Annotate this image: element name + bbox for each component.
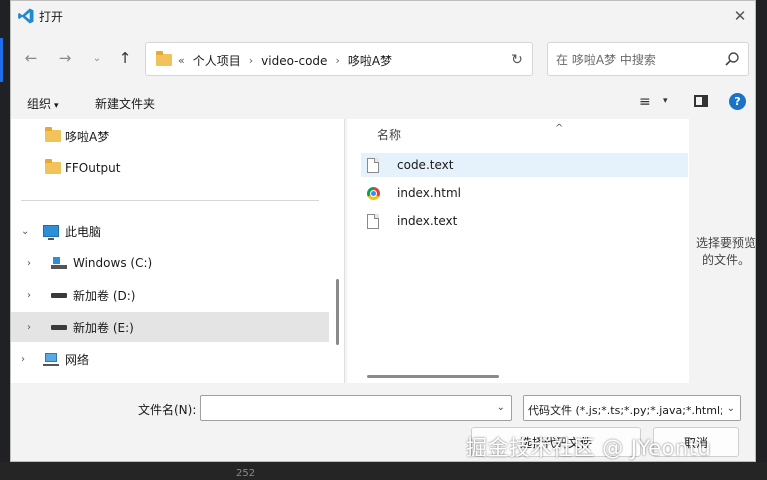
background-line-number: 252	[236, 468, 256, 479]
chevron-right-icon[interactable]: ›	[27, 290, 31, 301]
search-input[interactable]	[556, 51, 716, 69]
nav-divider	[21, 200, 319, 201]
recent-locations-button[interactable]: ⌄	[87, 48, 107, 68]
help-button[interactable]: ?	[729, 93, 746, 110]
arrow-right-icon: →	[58, 49, 72, 67]
up-button[interactable]: ↑	[115, 48, 135, 68]
dialog-title: 打开	[39, 10, 64, 24]
sidebar-item-drive-d[interactable]: › 新加卷 (D:)	[11, 280, 329, 310]
command-toolbar: 组织 ▾ 新建文件夹 ≡ ▾ ?	[11, 87, 755, 119]
drive-icon	[51, 292, 67, 298]
close-button[interactable]: ✕	[729, 5, 751, 27]
sidebar-item-label: 新加卷 (E:)	[73, 320, 134, 335]
folder-icon	[45, 159, 61, 174]
file-list-pane: 名称 ^ code.text index.html index.text	[347, 119, 689, 383]
document-icon	[367, 213, 379, 229]
chevron-down-icon[interactable]: ⌄	[21, 226, 29, 237]
chevron-down-icon[interactable]: ⌄	[497, 402, 505, 413]
file-row[interactable]: index.html	[361, 181, 688, 205]
organize-menu-button[interactable]: 组织 ▾	[27, 95, 59, 112]
background-editor-right	[757, 0, 767, 480]
background-editor-left	[0, 0, 10, 480]
back-button[interactable]: ←	[21, 48, 41, 68]
arrow-up-icon: ↑	[118, 49, 132, 67]
file-row[interactable]: code.text	[361, 153, 688, 177]
windows-drive-icon	[51, 257, 67, 269]
refresh-icon: ↻	[511, 52, 523, 68]
sidebar-item-drive-e[interactable]: › 新加卷 (E:)	[11, 312, 329, 342]
filename-input[interactable]	[201, 396, 487, 420]
file-name: index.html	[397, 186, 461, 200]
document-icon	[367, 157, 379, 173]
search-icon	[725, 52, 739, 66]
sidebar-item-label: 新加卷 (D:)	[73, 288, 136, 303]
chevron-down-icon: ⌄	[92, 52, 102, 64]
sort-ascending-icon: ^	[555, 123, 564, 134]
forward-button[interactable]: →	[55, 48, 75, 68]
file-row[interactable]: index.text	[361, 209, 688, 233]
chevron-right-icon[interactable]: ›	[27, 322, 31, 333]
horizontal-scrollbar[interactable]	[367, 375, 499, 378]
column-header-name[interactable]: 名称 ^	[377, 123, 563, 143]
breadcrumb-item[interactable]: video-code	[261, 54, 327, 68]
navigation-pane: 哆啦A梦 FFOutput ⌄ 此电脑 › Windows (C:) › 新加卷…	[11, 119, 345, 383]
open-file-dialog: 打开 ✕ ← → ⌄ ↑ « 个人项目 › video-code › 哆啦A梦 …	[10, 0, 756, 462]
file-type-value: 代码文件 (*.js;*.ts;*.py;*.java;*.html;	[528, 404, 722, 417]
sidebar-item-doraemon[interactable]: 哆啦A梦	[11, 121, 329, 151]
arrow-left-icon: ←	[24, 49, 38, 67]
vscode-icon	[18, 8, 34, 24]
sidebar-item-label: 哆啦A梦	[65, 129, 110, 144]
sidebar-item-ffoutput[interactable]: FFOutput	[11, 153, 329, 183]
background-editor-bottom: 252	[0, 462, 767, 480]
chevron-down-icon: ▾	[663, 96, 668, 106]
breadcrumb: « 个人项目 › video-code › 哆啦A梦	[178, 52, 392, 69]
view-options-dropdown[interactable]: ▾	[663, 96, 668, 106]
file-type-select[interactable]: 代码文件 (*.js;*.ts;*.py;*.java;*.html; ⌄	[523, 395, 741, 421]
preview-pane-button[interactable]	[694, 95, 708, 107]
file-name: index.text	[397, 214, 458, 228]
chevron-right-icon[interactable]: ›	[27, 258, 31, 269]
view-options-button[interactable]: ≡	[639, 94, 651, 110]
help-icon: ?	[734, 95, 741, 108]
drive-icon	[51, 324, 67, 330]
column-header-label: 名称	[377, 128, 402, 142]
folder-icon	[156, 51, 172, 66]
preview-message: 选择要预览的文件。	[695, 236, 756, 267]
address-bar[interactable]: « 个人项目 › video-code › 哆啦A梦 ↻	[145, 42, 533, 76]
sidebar-item-label: 此电脑	[65, 224, 102, 239]
breadcrumb-separator: ›	[248, 54, 254, 67]
computer-icon	[43, 225, 59, 240]
chrome-icon	[367, 186, 380, 200]
sidebar-item-this-pc[interactable]: ⌄ 此电脑	[11, 216, 329, 246]
sidebar-item-label: FFOutput	[65, 161, 121, 175]
nav-scrollbar[interactable]	[336, 279, 339, 345]
sidebar-item-drive-c[interactable]: › Windows (C:)	[11, 248, 329, 278]
chevron-right-icon[interactable]: ›	[21, 354, 25, 365]
filename-combobox[interactable]: ⌄	[200, 395, 512, 421]
filename-label: 文件名(N):	[138, 403, 197, 417]
breadcrumb-item[interactable]: 哆啦A梦	[348, 52, 392, 69]
preview-pane: 选择要预览的文件。	[689, 119, 756, 383]
watermark: 掘金技术社区 @ JYeontu	[466, 436, 712, 460]
search-box[interactable]	[547, 42, 749, 76]
sidebar-item-network[interactable]: › 网络	[11, 344, 329, 374]
sidebar-item-label: 网络	[65, 352, 90, 367]
organize-label: 组织	[27, 97, 52, 111]
close-icon: ✕	[733, 7, 747, 25]
chevron-down-icon: ▾	[54, 101, 59, 111]
breadcrumb-item[interactable]: 个人项目	[193, 52, 241, 69]
folder-icon	[45, 127, 61, 142]
background-activity-accent	[0, 38, 3, 82]
file-name: code.text	[397, 158, 454, 172]
breadcrumb-separator: ›	[335, 54, 340, 67]
title-bar: 打开 ✕	[11, 1, 755, 31]
chevron-down-icon: ⌄	[726, 403, 735, 414]
refresh-button[interactable]: ↻	[506, 49, 528, 71]
breadcrumb-overflow[interactable]: «	[178, 54, 185, 67]
new-folder-button[interactable]: 新建文件夹	[95, 95, 155, 112]
navigation-bar: ← → ⌄ ↑ « 个人项目 › video-code › 哆啦A梦 ↻	[11, 37, 755, 81]
network-icon	[43, 352, 59, 366]
sidebar-item-label: Windows (C:)	[73, 256, 153, 270]
list-view-icon: ≡	[639, 94, 651, 110]
